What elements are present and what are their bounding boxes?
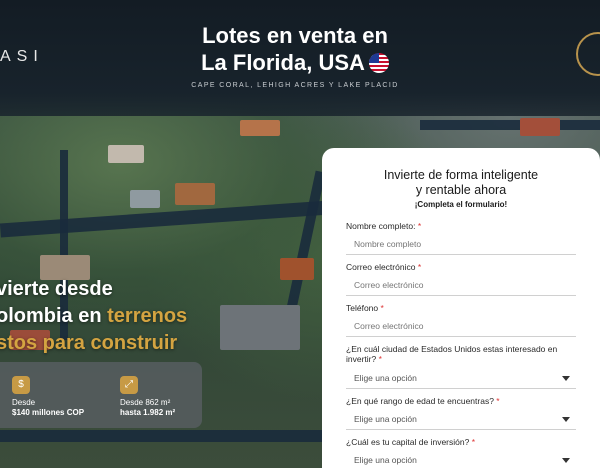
area-value: hasta 1.982 m²	[120, 408, 176, 417]
page-header: ASI Lotes en venta en La Florida, USA CA…	[0, 0, 600, 116]
age-select-value: Elige una opción	[354, 414, 417, 424]
page-title: Lotes en venta en La Florida, USA	[150, 22, 440, 76]
area-icon: ⤢	[120, 376, 138, 394]
hero-line-1: vierte desde	[0, 278, 113, 300]
price-value: $140 millones COP	[12, 408, 85, 417]
age-select[interactable]: Elige una opción	[346, 408, 576, 430]
form-title-line-1: Invierte de forma inteligente	[383, 168, 539, 182]
seal-badge-icon	[576, 32, 600, 76]
email-input[interactable]	[346, 274, 576, 296]
phone-label: Teléfono *	[346, 303, 384, 313]
price-info-box: $ Desde $140 millones COP ⤢ Desde 862 m²…	[0, 362, 202, 428]
hero-line-2-text: olombia en	[0, 305, 108, 327]
email-label: Correo electrónico *	[346, 262, 421, 272]
required-mark: *	[417, 262, 422, 272]
form-subtitle: ¡Completa el formulario!	[414, 200, 508, 209]
dollar-icon: $	[12, 376, 30, 394]
us-flag-icon	[368, 53, 389, 73]
brand-logo[interactable]: ASI	[0, 48, 44, 66]
chevron-down-icon	[562, 417, 570, 422]
phone-label-text: Teléfono	[346, 303, 379, 313]
capital-label-text: ¿Cuál es tu capital de inversión?	[346, 437, 470, 447]
chevron-down-icon	[562, 458, 570, 463]
age-label: ¿En qué rango de edad te encuentras? *	[346, 396, 500, 406]
required-mark: *	[471, 437, 476, 447]
capital-select-value: Elige una opción	[354, 455, 417, 465]
age-label-text: ¿En qué rango de edad te encuentras?	[346, 396, 494, 406]
capital-select[interactable]: Elige una opción	[346, 449, 576, 468]
name-label: Nombre completo: *	[346, 221, 421, 231]
title-line-2: La Florida, USA	[201, 50, 365, 75]
required-mark: *	[417, 221, 422, 231]
city-select[interactable]: Elige una opción	[346, 367, 576, 389]
title-line-1: Lotes en venta en	[202, 23, 388, 48]
city-label: ¿En cuál ciudad de Estados Unidos estas …	[346, 344, 571, 364]
chevron-down-icon	[562, 376, 570, 381]
price-label: Desde	[12, 398, 36, 407]
area-label: Desde 862 m²	[120, 398, 171, 407]
hero-line-2-highlight: terrenos	[107, 305, 188, 327]
phone-input[interactable]	[346, 315, 576, 337]
capital-label: ¿Cuál es tu capital de inversión? *	[346, 437, 475, 447]
form-title: Invierte de forma inteligente y rentable…	[322, 168, 600, 198]
hero-line-3: stos para construir	[0, 332, 178, 354]
hero-headline: vierte desde olombia en terrenos stos pa…	[0, 276, 187, 357]
hero-line-2: olombia en terrenos	[0, 303, 187, 330]
name-input[interactable]	[346, 233, 576, 255]
required-mark: *	[378, 354, 382, 364]
form-title-line-2: y rentable ahora	[415, 183, 507, 197]
required-mark: *	[380, 303, 384, 313]
page-subtitle: CAPE CORAL, LEHIGH ACRES Y LAKE PLACID	[191, 82, 399, 89]
name-label-text: Nombre completo:	[346, 221, 416, 231]
required-mark: *	[496, 396, 500, 406]
city-select-value: Elige una opción	[354, 373, 417, 383]
email-label-text: Correo electrónico	[346, 262, 416, 272]
lead-form: Invierte de forma inteligente y rentable…	[322, 148, 600, 468]
